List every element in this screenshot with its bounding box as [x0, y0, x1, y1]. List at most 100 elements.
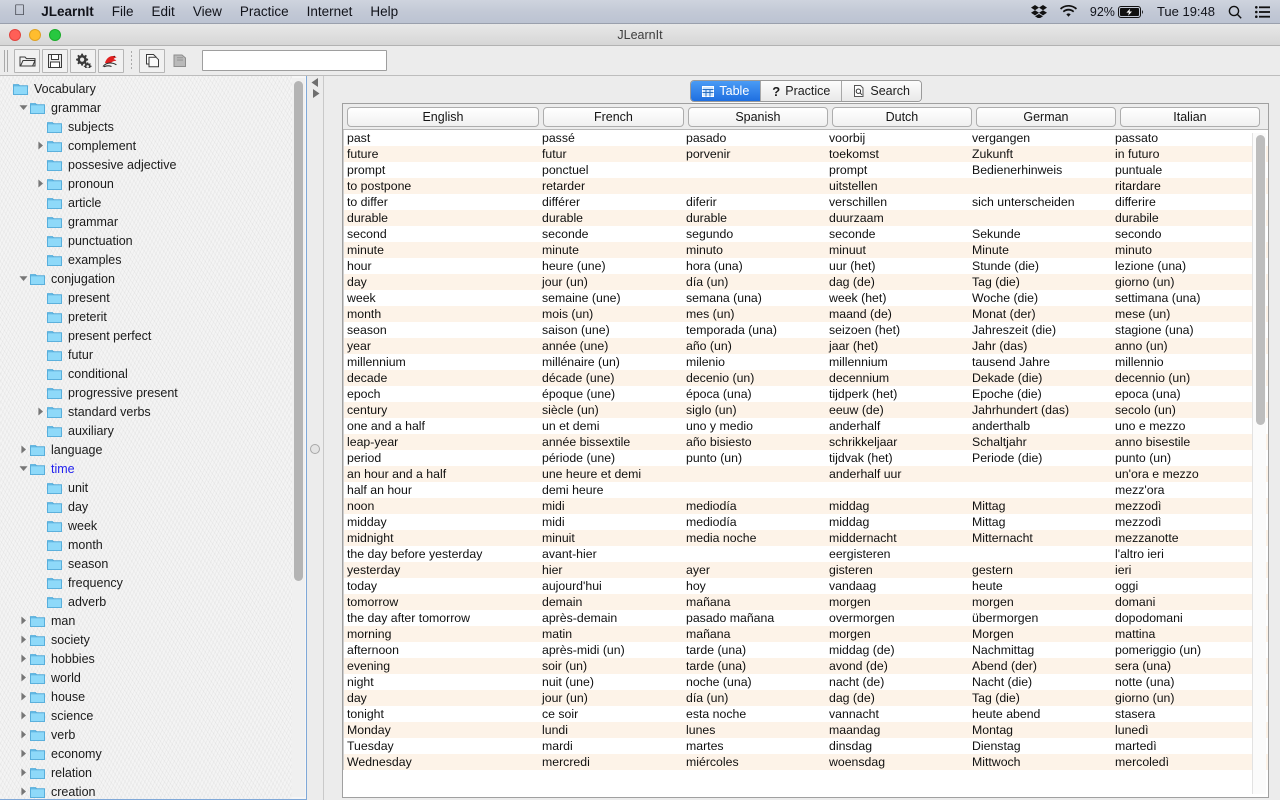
table-cell[interactable]: eergisteren	[826, 546, 969, 562]
table-row[interactable]: an hour and a half une heure et demi ander…	[343, 466, 1268, 482]
table-cell[interactable]: Stunde (die)	[969, 258, 1112, 274]
tree-item-grammar[interactable]: grammar	[0, 212, 292, 231]
table-cell[interactable]: día (un)	[683, 274, 826, 290]
table-cell[interactable]: period	[343, 450, 539, 466]
table-cell[interactable]: day	[343, 274, 539, 290]
table-cell[interactable]: tarde (una)	[683, 642, 826, 658]
table-cell[interactable]: past	[343, 130, 539, 146]
table-cell[interactable]: durabile	[1112, 210, 1255, 226]
table-cell[interactable]: noon	[343, 498, 539, 514]
table-cell[interactable]: week (het)	[826, 290, 969, 306]
table-cell[interactable]: giorno (un)	[1112, 690, 1255, 706]
table-cell[interactable]: tijdvak (het)	[826, 450, 969, 466]
open-button[interactable]	[14, 48, 40, 73]
table-cell[interactable]: durable	[343, 210, 539, 226]
split-divider[interactable]	[307, 76, 324, 800]
table-cell[interactable]: midi	[539, 514, 683, 530]
menu-view[interactable]: View	[193, 4, 222, 19]
table-cell[interactable]: to differ	[343, 194, 539, 210]
table-cell[interactable]: différer	[539, 194, 683, 210]
table-cell[interactable]: passé	[539, 130, 683, 146]
menu-internet[interactable]: Internet	[307, 4, 353, 19]
table-cell[interactable]: mediodía	[683, 498, 826, 514]
tree-item-standard-verbs[interactable]: standard verbs	[0, 402, 292, 421]
table-row[interactable]: one and a half un et demi uno y medio ander…	[343, 418, 1268, 434]
table-cell[interactable]: Abend (der)	[969, 658, 1112, 674]
table-cell[interactable]: gestern	[969, 562, 1112, 578]
table-cell[interactable]: media noche	[683, 530, 826, 546]
table-cell[interactable]: Nachmittag	[969, 642, 1112, 658]
table-cell[interactable]: yesterday	[343, 562, 539, 578]
table-cell[interactable]: Tag (die)	[969, 690, 1112, 706]
table-cell[interactable]: in futuro	[1112, 146, 1255, 162]
chevron-right-icon[interactable]	[17, 635, 30, 644]
table-cell[interactable]: the day before yesterday	[343, 546, 539, 562]
wifi-icon[interactable]	[1059, 5, 1077, 18]
table-cell[interactable]: minuto	[683, 242, 826, 258]
table-cell[interactable]: hoy	[683, 578, 826, 594]
tree-item-vocabulary[interactable]: Vocabulary	[0, 79, 292, 98]
table-row[interactable]: second seconde segundo seconde Sekunde second…	[343, 226, 1268, 242]
table-cell[interactable]: segundo	[683, 226, 826, 242]
table-cell[interactable]: décade (une)	[539, 370, 683, 386]
table-row[interactable]: night nuit (une) noche (una) nacht (de) Nach…	[343, 674, 1268, 690]
column-header-french[interactable]: French	[542, 107, 684, 127]
table-cell[interactable]: pasado mañana	[683, 610, 826, 626]
table-cell[interactable]: dopodomani	[1112, 610, 1255, 626]
table-cell[interactable]: anderhalf uur	[826, 466, 969, 482]
chevron-right-icon[interactable]	[17, 730, 30, 739]
table-row[interactable]: season saison (une) temporada (una) seizoen…	[343, 322, 1268, 338]
table-cell[interactable]: year	[343, 338, 539, 354]
table-row[interactable]: Wednesday mercredi miércoles woensdag Mittwo…	[343, 754, 1268, 770]
tree-item-grammar[interactable]: grammar	[0, 98, 292, 117]
notification-center-icon[interactable]	[1255, 5, 1270, 18]
table-cell[interactable]: sera (una)	[1112, 658, 1255, 674]
table-cell[interactable]: avant-hier	[539, 546, 683, 562]
tree-item-day[interactable]: day	[0, 497, 292, 516]
table-cell[interactable]: schrikkeljaar	[826, 434, 969, 450]
table-cell[interactable]: mañana	[683, 626, 826, 642]
apple-logo-icon[interactable]: 	[14, 3, 25, 18]
table-row[interactable]: leap-year année bissextile año bisiesto sch…	[343, 434, 1268, 450]
table-row[interactable]: century siècle (un) siglo (un) eeuw (de) Jah…	[343, 402, 1268, 418]
table-row[interactable]: hour heure (une) hora (una) uur (het) Stunde…	[343, 258, 1268, 274]
table-cell[interactable]: Jahreszeit (die)	[969, 322, 1112, 338]
table-cell[interactable]: millennio	[1112, 354, 1255, 370]
table-cell[interactable]: tijdperk (het)	[826, 386, 969, 402]
table-row[interactable]: tonight ce soir esta noche vannacht heute ab…	[343, 706, 1268, 722]
table-cell[interactable]: leap-year	[343, 434, 539, 450]
table-cell[interactable]: morgen	[969, 594, 1112, 610]
table-cell[interactable]: mediodía	[683, 514, 826, 530]
table-cell[interactable]: Montag	[969, 722, 1112, 738]
chevron-right-icon[interactable]	[34, 407, 47, 416]
table-cell[interactable]: tonight	[343, 706, 539, 722]
table-cell[interactable]: après-demain	[539, 610, 683, 626]
table-cell[interactable]: période (une)	[539, 450, 683, 466]
table-cell[interactable]: epoch	[343, 386, 539, 402]
table-cell[interactable]: morgen	[826, 594, 969, 610]
table-cell[interactable]: jour (un)	[539, 274, 683, 290]
copy-button[interactable]	[139, 48, 165, 73]
table-cell[interactable]: mercredi	[539, 754, 683, 770]
chevron-right-icon[interactable]	[17, 711, 30, 720]
table-cell[interactable]: minute	[539, 242, 683, 258]
table-row[interactable]: prompt ponctuel prompt Bedienerhinweis puntu…	[343, 162, 1268, 178]
table-cell[interactable]: matin	[539, 626, 683, 642]
table-body-scroll[interactable]: past passé pasado voorbij vergangen passato fu…	[343, 130, 1268, 797]
table-cell[interactable]: oggi	[1112, 578, 1255, 594]
table-cell[interactable]: eeuw (de)	[826, 402, 969, 418]
table-cell[interactable]: vergangen	[969, 130, 1112, 146]
table-cell[interactable]: Schaltjahr	[969, 434, 1112, 450]
tree-item-punctuation[interactable]: punctuation	[0, 231, 292, 250]
table-cell[interactable]: Tuesday	[343, 738, 539, 754]
table-row[interactable]: midnight minuit media noche middernacht Mitt…	[343, 530, 1268, 546]
table-row[interactable]: tomorrow demain mañana morgen morgen domani	[343, 594, 1268, 610]
table-cell[interactable]: año bisiesto	[683, 434, 826, 450]
table-cell[interactable]: stasera	[1112, 706, 1255, 722]
table-cell[interactable]: Wednesday	[343, 754, 539, 770]
table-cell[interactable]: giorno (un)	[1112, 274, 1255, 290]
table-vertical-scrollbar[interactable]	[1252, 133, 1266, 794]
chevron-right-icon[interactable]	[34, 179, 47, 188]
table-cell[interactable]: prompt	[343, 162, 539, 178]
table-cell[interactable]: minute	[343, 242, 539, 258]
